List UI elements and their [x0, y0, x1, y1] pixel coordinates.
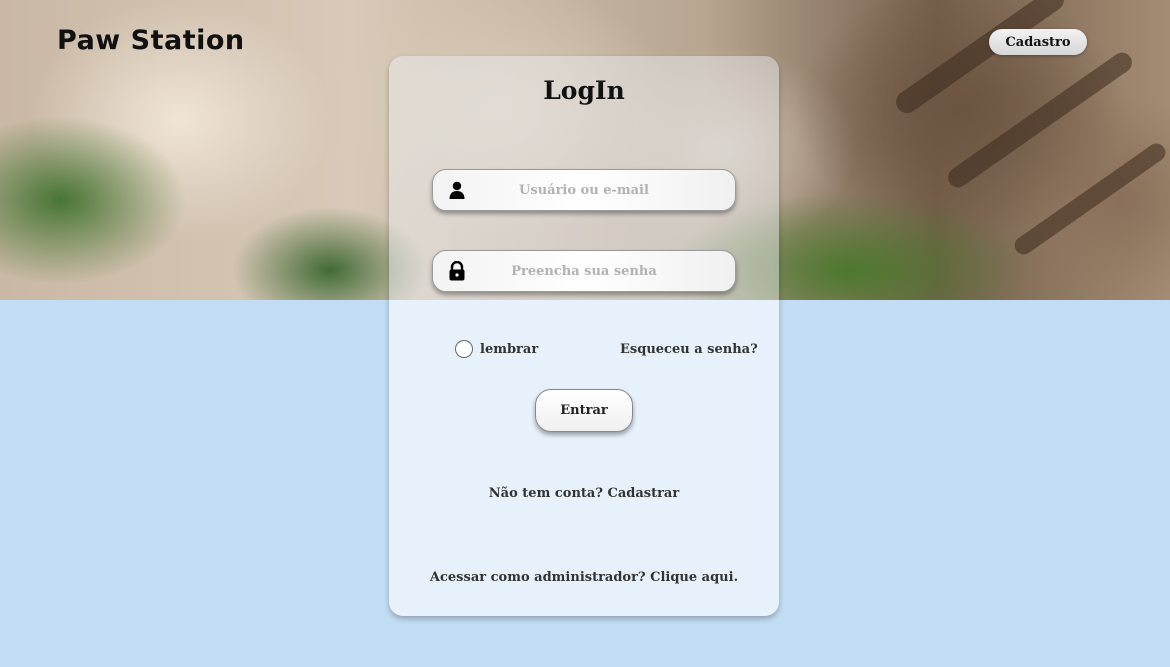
remember-radio[interactable]	[455, 340, 473, 358]
signup-header-button[interactable]: Cadastro	[989, 29, 1087, 55]
login-title: LogIn	[543, 76, 625, 105]
brand-logo: Paw Station	[57, 25, 245, 56]
login-card: LogIn lembrar Esqueceu a senha? Entrar N…	[389, 56, 779, 616]
fur-stripe	[944, 48, 1136, 192]
user-input[interactable]	[433, 170, 735, 210]
password-input[interactable]	[433, 251, 735, 291]
register-link[interactable]: Não tem conta? Cadastrar	[389, 486, 779, 501]
lock-icon	[449, 261, 465, 281]
remember-label: lembrar	[480, 341, 539, 357]
forgot-password-link[interactable]: Esqueceu a senha?	[620, 342, 758, 357]
fur-stripe	[891, 0, 1069, 118]
password-field[interactable]	[432, 250, 736, 292]
admin-access-link[interactable]: Acessar como administrador? Clique aqui.	[389, 570, 779, 585]
fur-stripe	[1011, 140, 1169, 258]
user-field[interactable]	[432, 169, 736, 211]
remember-option[interactable]: lembrar	[455, 340, 538, 358]
user-icon	[449, 181, 465, 199]
enter-button[interactable]: Entrar	[535, 389, 633, 432]
